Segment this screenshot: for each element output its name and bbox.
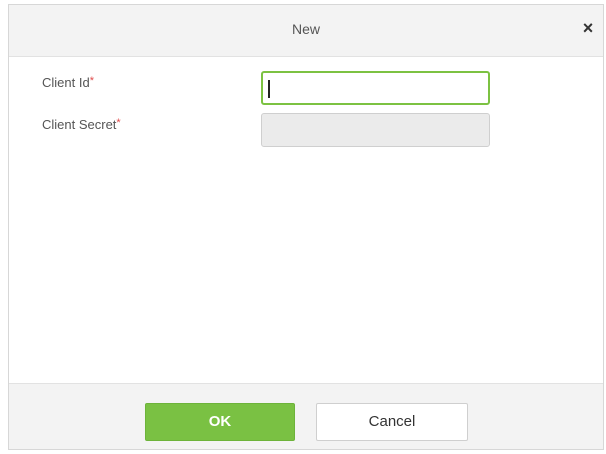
client-secret-label: Client Secret* bbox=[42, 117, 121, 132]
ok-button[interactable]: OK bbox=[145, 403, 295, 441]
client-id-row: Client Id* bbox=[9, 71, 603, 109]
dialog-footer: OK Cancel bbox=[9, 383, 603, 449]
cancel-button[interactable]: Cancel bbox=[316, 403, 468, 441]
text-cursor bbox=[268, 80, 270, 98]
new-dialog: New × Client Id* Client Secret* OK Cance… bbox=[8, 4, 604, 450]
client-id-input[interactable] bbox=[261, 71, 490, 105]
required-asterisk: * bbox=[116, 117, 121, 129]
client-secret-label-text: Client Secret bbox=[42, 117, 117, 132]
dialog-title: New bbox=[291, 21, 320, 37]
client-secret-input[interactable] bbox=[261, 113, 490, 147]
dialog-titlebar: New × bbox=[9, 5, 603, 57]
required-asterisk: * bbox=[89, 75, 94, 87]
client-id-label-text: Client Id bbox=[42, 75, 90, 90]
close-icon[interactable]: × bbox=[579, 19, 597, 37]
client-id-label: Client Id* bbox=[42, 75, 94, 90]
client-secret-row: Client Secret* bbox=[9, 113, 603, 151]
